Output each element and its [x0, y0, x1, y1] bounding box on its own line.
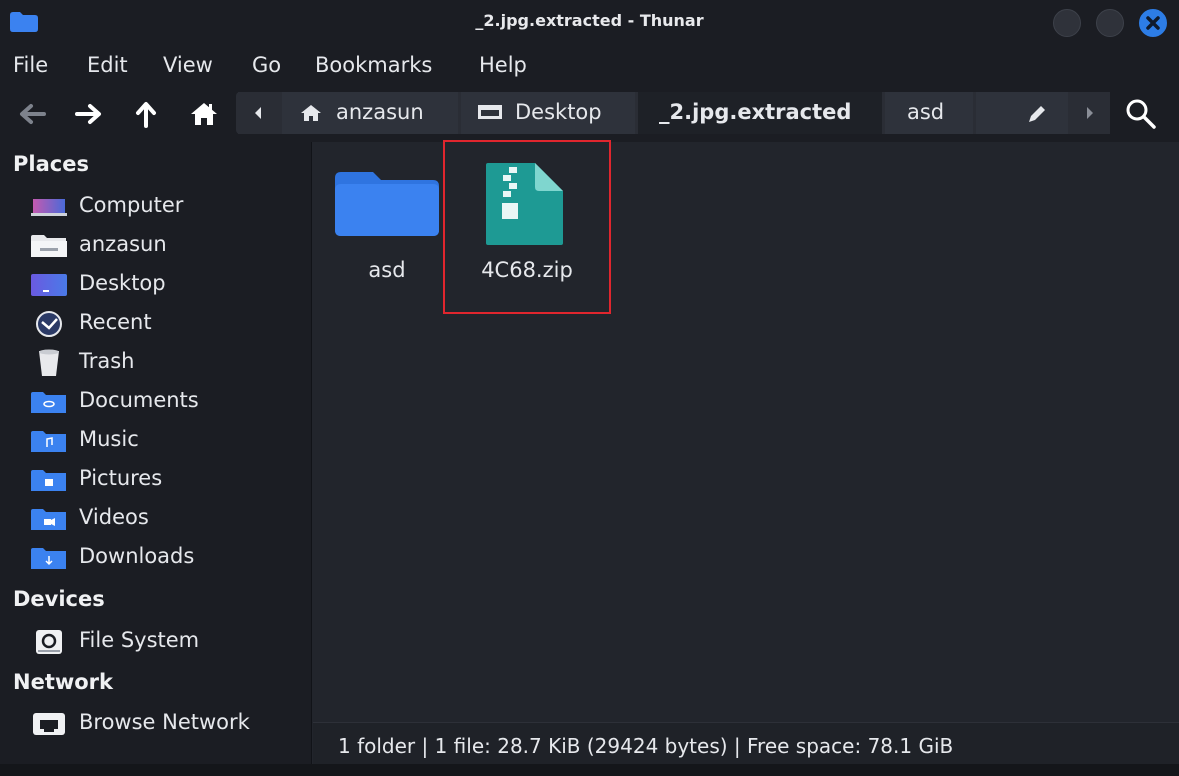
- back-button[interactable]: [16, 98, 48, 130]
- home-button[interactable]: [188, 98, 220, 130]
- window-title: _2.jpg.extracted - Thunar: [475, 11, 704, 30]
- sidebar-item-label: anzasun: [79, 232, 167, 256]
- sidebar-item-label: Videos: [79, 505, 149, 529]
- pencil-icon: [1029, 106, 1045, 122]
- sidebar-item-label: Desktop: [79, 271, 166, 295]
- window-bottom-edge: [0, 764, 1179, 776]
- pictures-folder-icon: [31, 470, 66, 491]
- folder-icon: [335, 172, 439, 236]
- breadcrumb-label: _2.jpg.extracted: [659, 100, 852, 124]
- status-bar: 1 folder | 1 file: 28.7 KiB (29424 bytes…: [313, 722, 1179, 766]
- chevron-right-icon: [1087, 107, 1093, 119]
- breadcrumb-current[interactable]: _2.jpg.extracted: [638, 92, 882, 134]
- minimize-button[interactable]: [1053, 9, 1081, 37]
- sidebar-item-label: Pictures: [79, 466, 163, 490]
- menu-edit[interactable]: Edit: [87, 53, 128, 77]
- network-icon: [33, 713, 65, 735]
- recent-icon: [36, 311, 62, 337]
- computer-icon: [31, 199, 67, 216]
- edit-location-button[interactable]: [976, 92, 1068, 134]
- sidebar-item-music[interactable]: Music: [0, 423, 310, 459]
- sidebar-item-downloads[interactable]: Downloads: [0, 540, 310, 576]
- sidebar-item-desktop[interactable]: Desktop: [0, 267, 310, 303]
- menu-file[interactable]: File: [13, 53, 48, 77]
- file-name: asd: [368, 258, 406, 282]
- menu-view[interactable]: View: [163, 53, 213, 77]
- breadcrumb-anzasun[interactable]: anzasun: [282, 92, 458, 134]
- menu-go[interactable]: Go: [252, 53, 281, 77]
- selection-highlight: [443, 140, 611, 314]
- videos-folder-icon: [31, 509, 66, 530]
- documents-folder-icon: [31, 392, 66, 413]
- home-folder-icon: [31, 235, 67, 257]
- places-header: Places: [13, 152, 89, 176]
- sidebar-item-anzasun[interactable]: anzasun: [0, 228, 310, 264]
- maximize-button[interactable]: [1096, 9, 1124, 37]
- sidebar-item-computer[interactable]: Computer: [0, 189, 310, 225]
- sidebar-item-trash[interactable]: Trash: [0, 345, 310, 381]
- home-icon: [301, 105, 321, 121]
- search-button[interactable]: [1124, 97, 1158, 131]
- breadcrumb-label: anzasun: [336, 100, 424, 124]
- menu-bookmarks[interactable]: Bookmarks: [315, 53, 432, 77]
- close-button[interactable]: [1139, 9, 1167, 37]
- path-scroll-right-button[interactable]: [1070, 92, 1110, 134]
- drive-icon: [36, 630, 62, 654]
- close-icon: [1146, 16, 1160, 30]
- file-item-asd[interactable]: asd: [328, 160, 446, 290]
- devices-header: Devices: [13, 587, 105, 611]
- sidebar-item-pictures[interactable]: Pictures: [0, 462, 310, 498]
- sidebar-item-label: Music: [79, 427, 139, 451]
- title-bar: _2.jpg.extracted - Thunar: [0, 0, 1179, 44]
- breadcrumb-label: asd: [907, 100, 945, 124]
- sidebar-item-videos[interactable]: Videos: [0, 501, 310, 537]
- status-text: 1 folder | 1 file: 28.7 KiB (29424 bytes…: [338, 734, 954, 758]
- forward-button[interactable]: [73, 98, 105, 130]
- path-scroll-left-button[interactable]: [238, 92, 278, 134]
- sidebar-item-label: Computer: [79, 193, 184, 217]
- desktop-folder-icon: [31, 274, 67, 296]
- sidebar-item-label: Recent: [79, 310, 152, 334]
- sidebar: Places Computer anzasun Desktop Recent T…: [0, 142, 312, 764]
- sidebar-item-label: Documents: [79, 388, 199, 412]
- sidebar-item-browse-network[interactable]: Browse Network: [0, 706, 310, 742]
- breadcrumb-asd[interactable]: asd: [885, 92, 973, 134]
- chevron-left-icon: [255, 107, 261, 119]
- up-button[interactable]: [130, 98, 162, 130]
- desktop-icon: [478, 105, 502, 119]
- sidebar-item-label: Downloads: [79, 544, 195, 568]
- breadcrumb-desktop[interactable]: Desktop: [461, 92, 635, 134]
- network-header: Network: [13, 670, 114, 694]
- menu-help[interactable]: Help: [479, 53, 527, 77]
- sidebar-item-documents[interactable]: Documents: [0, 384, 310, 420]
- sidebar-item-label: File System: [79, 628, 200, 652]
- downloads-folder-icon: [31, 548, 66, 569]
- menu-bar: File Edit View Go Bookmarks Help: [0, 44, 1179, 86]
- trash-icon: [39, 349, 59, 376]
- sidebar-item-file-system[interactable]: File System: [0, 624, 310, 660]
- sidebar-item-recent[interactable]: Recent: [0, 306, 310, 342]
- breadcrumb-label: Desktop: [515, 100, 602, 124]
- sidebar-item-label: Browse Network: [79, 710, 250, 734]
- sidebar-item-label: Trash: [79, 349, 135, 373]
- music-folder-icon: [31, 431, 66, 452]
